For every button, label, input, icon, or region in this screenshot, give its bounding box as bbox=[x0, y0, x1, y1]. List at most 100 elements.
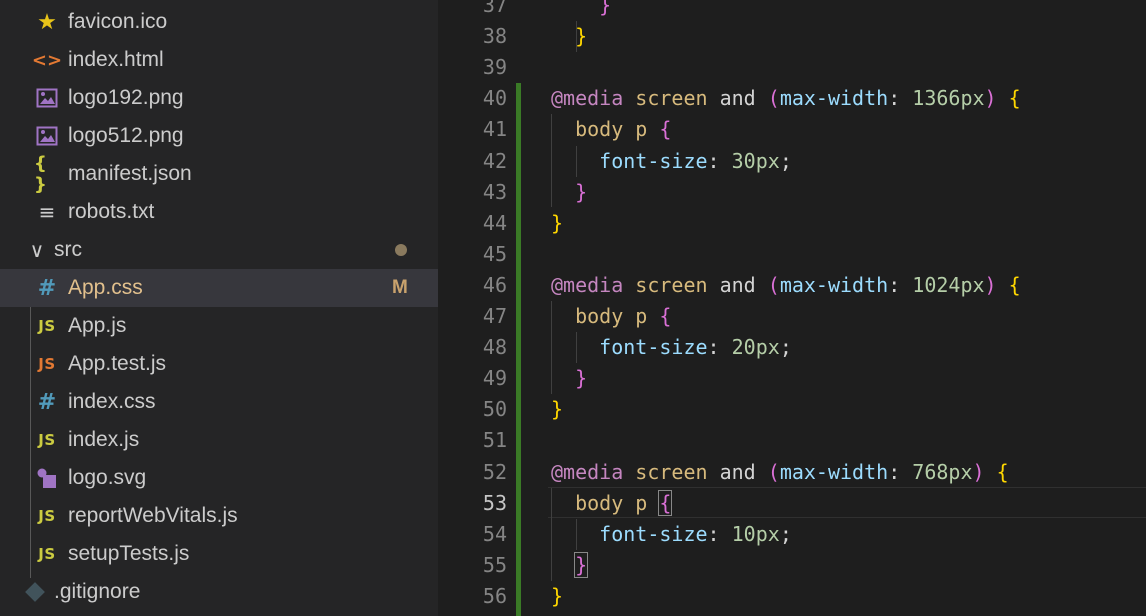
file-logo192-png[interactable]: logo192.png bbox=[0, 79, 438, 117]
code-line[interactable]: } bbox=[551, 394, 563, 425]
code-line[interactable]: font-size: 10px; bbox=[551, 519, 792, 550]
code-token: 20px bbox=[731, 335, 780, 359]
code-line[interactable]: } bbox=[551, 550, 589, 581]
code-token: : bbox=[707, 149, 732, 173]
code-line[interactable]: @media screen and (max-width: 768px) { bbox=[551, 457, 1009, 488]
file-manifest-json[interactable]: { } manifest.json bbox=[0, 153, 438, 195]
code-editor[interactable]: 37 } 38 } 39 40 @media screen and (max-width… bbox=[438, 0, 1146, 616]
folder-modified-dot bbox=[395, 244, 407, 256]
code-token: 1366px bbox=[912, 86, 985, 110]
svg-icon bbox=[34, 465, 60, 491]
line-number: 40 bbox=[482, 86, 507, 110]
file-logo512-png[interactable]: logo512.png bbox=[0, 117, 438, 155]
code-line[interactable]: font-size: 20px; bbox=[551, 332, 792, 363]
line-number: 52 bbox=[482, 460, 507, 484]
code-token: } bbox=[575, 180, 588, 204]
line-number: 51 bbox=[482, 428, 507, 452]
bracket-match: { bbox=[658, 490, 673, 516]
line-number: 44 bbox=[482, 211, 507, 235]
json-icon: { } bbox=[34, 153, 47, 195]
code-token: : bbox=[888, 460, 913, 484]
code-token: font-size bbox=[599, 335, 708, 359]
code-line[interactable]: body p { bbox=[551, 114, 671, 145]
indent-guide bbox=[551, 301, 552, 394]
html-icon: <> bbox=[31, 49, 63, 71]
indent-guide bbox=[551, 114, 552, 207]
code-line[interactable]: } bbox=[551, 363, 587, 394]
line-number: 53 bbox=[482, 491, 507, 515]
js-icon: JS bbox=[38, 545, 56, 563]
code-token: ( bbox=[767, 460, 780, 484]
file-logo-svg[interactable]: logo.svg bbox=[0, 459, 438, 497]
code-line[interactable]: } bbox=[551, 581, 563, 612]
line-number: 42 bbox=[482, 149, 507, 173]
code-token: : bbox=[888, 273, 913, 297]
code-token: body p bbox=[575, 304, 648, 328]
line-number: 47 bbox=[482, 304, 507, 328]
file-index-html[interactable]: <> index.html bbox=[0, 41, 438, 79]
file-label: index.css bbox=[68, 390, 156, 413]
file-App-js[interactable]: JS App.js bbox=[0, 307, 438, 345]
code-token: @media bbox=[551, 460, 624, 484]
file-reportWebVitals-js[interactable]: JS reportWebVitals.js bbox=[0, 497, 438, 535]
chevron-down-icon: ∨ bbox=[29, 238, 45, 262]
line-number: 43 bbox=[482, 180, 507, 204]
line-number: 56 bbox=[482, 584, 507, 608]
modified-badge: M bbox=[392, 277, 408, 298]
code-token: max-width bbox=[779, 460, 889, 484]
code-line[interactable]: } bbox=[551, 21, 587, 52]
code-token: 30px bbox=[731, 149, 780, 173]
code-token: } bbox=[551, 211, 564, 235]
file-setupTests-js[interactable]: JS setupTests.js bbox=[0, 535, 438, 573]
code-line[interactable]: } bbox=[551, 177, 587, 208]
code-token: ( bbox=[767, 273, 780, 297]
code-token: screen bbox=[635, 86, 708, 110]
indent-guide bbox=[576, 21, 577, 52]
file-index-css[interactable]: # index.css bbox=[0, 383, 438, 421]
code-line[interactable]: font-size: 30px; bbox=[551, 146, 792, 177]
code-line[interactable]: body p { bbox=[551, 488, 673, 519]
file-robots-txt[interactable]: ≡ robots.txt bbox=[0, 193, 438, 231]
line-number: 48 bbox=[482, 335, 507, 359]
code-token: and bbox=[707, 460, 768, 484]
code-line[interactable]: } bbox=[551, 208, 563, 239]
line-number: 46 bbox=[482, 273, 507, 297]
file-index-js[interactable]: JS index.js bbox=[0, 421, 438, 459]
code-token: 1024px bbox=[912, 273, 985, 297]
code-token: font-size bbox=[599, 149, 708, 173]
code-token: ) bbox=[984, 86, 997, 110]
code-token: ) bbox=[984, 273, 997, 297]
indent-guide bbox=[576, 332, 577, 363]
git-icon bbox=[22, 579, 48, 605]
code-token: { bbox=[659, 117, 672, 141]
code-token: ; bbox=[779, 522, 792, 546]
file-App-test-js[interactable]: JS App.test.js bbox=[0, 345, 438, 383]
code-token: and bbox=[707, 273, 768, 297]
file-App-css[interactable]: # App.css M bbox=[0, 269, 438, 307]
code-token: and bbox=[707, 86, 768, 110]
code-token: body p bbox=[575, 491, 648, 515]
code-line[interactable]: @media screen and (max-width: 1366px) { bbox=[551, 83, 1021, 114]
bracket-match: } bbox=[574, 552, 589, 578]
code-token: ( bbox=[767, 86, 780, 110]
folder-src[interactable]: ∨ src bbox=[0, 231, 438, 269]
file-favicon-ico[interactable]: ★ favicon.ico bbox=[0, 3, 438, 41]
file--gitignore[interactable]: .gitignore bbox=[0, 573, 438, 611]
code-token: { bbox=[1008, 86, 1021, 110]
code-line[interactable]: @media screen and (max-width: 1024px) { bbox=[551, 270, 1021, 301]
code-line[interactable]: body p { bbox=[551, 301, 671, 332]
css-icon: # bbox=[37, 275, 57, 301]
code-line[interactable]: } bbox=[551, 0, 611, 21]
file-label: logo192.png bbox=[68, 86, 184, 109]
css-icon: # bbox=[37, 389, 57, 415]
file-label: setupTests.js bbox=[68, 542, 190, 565]
